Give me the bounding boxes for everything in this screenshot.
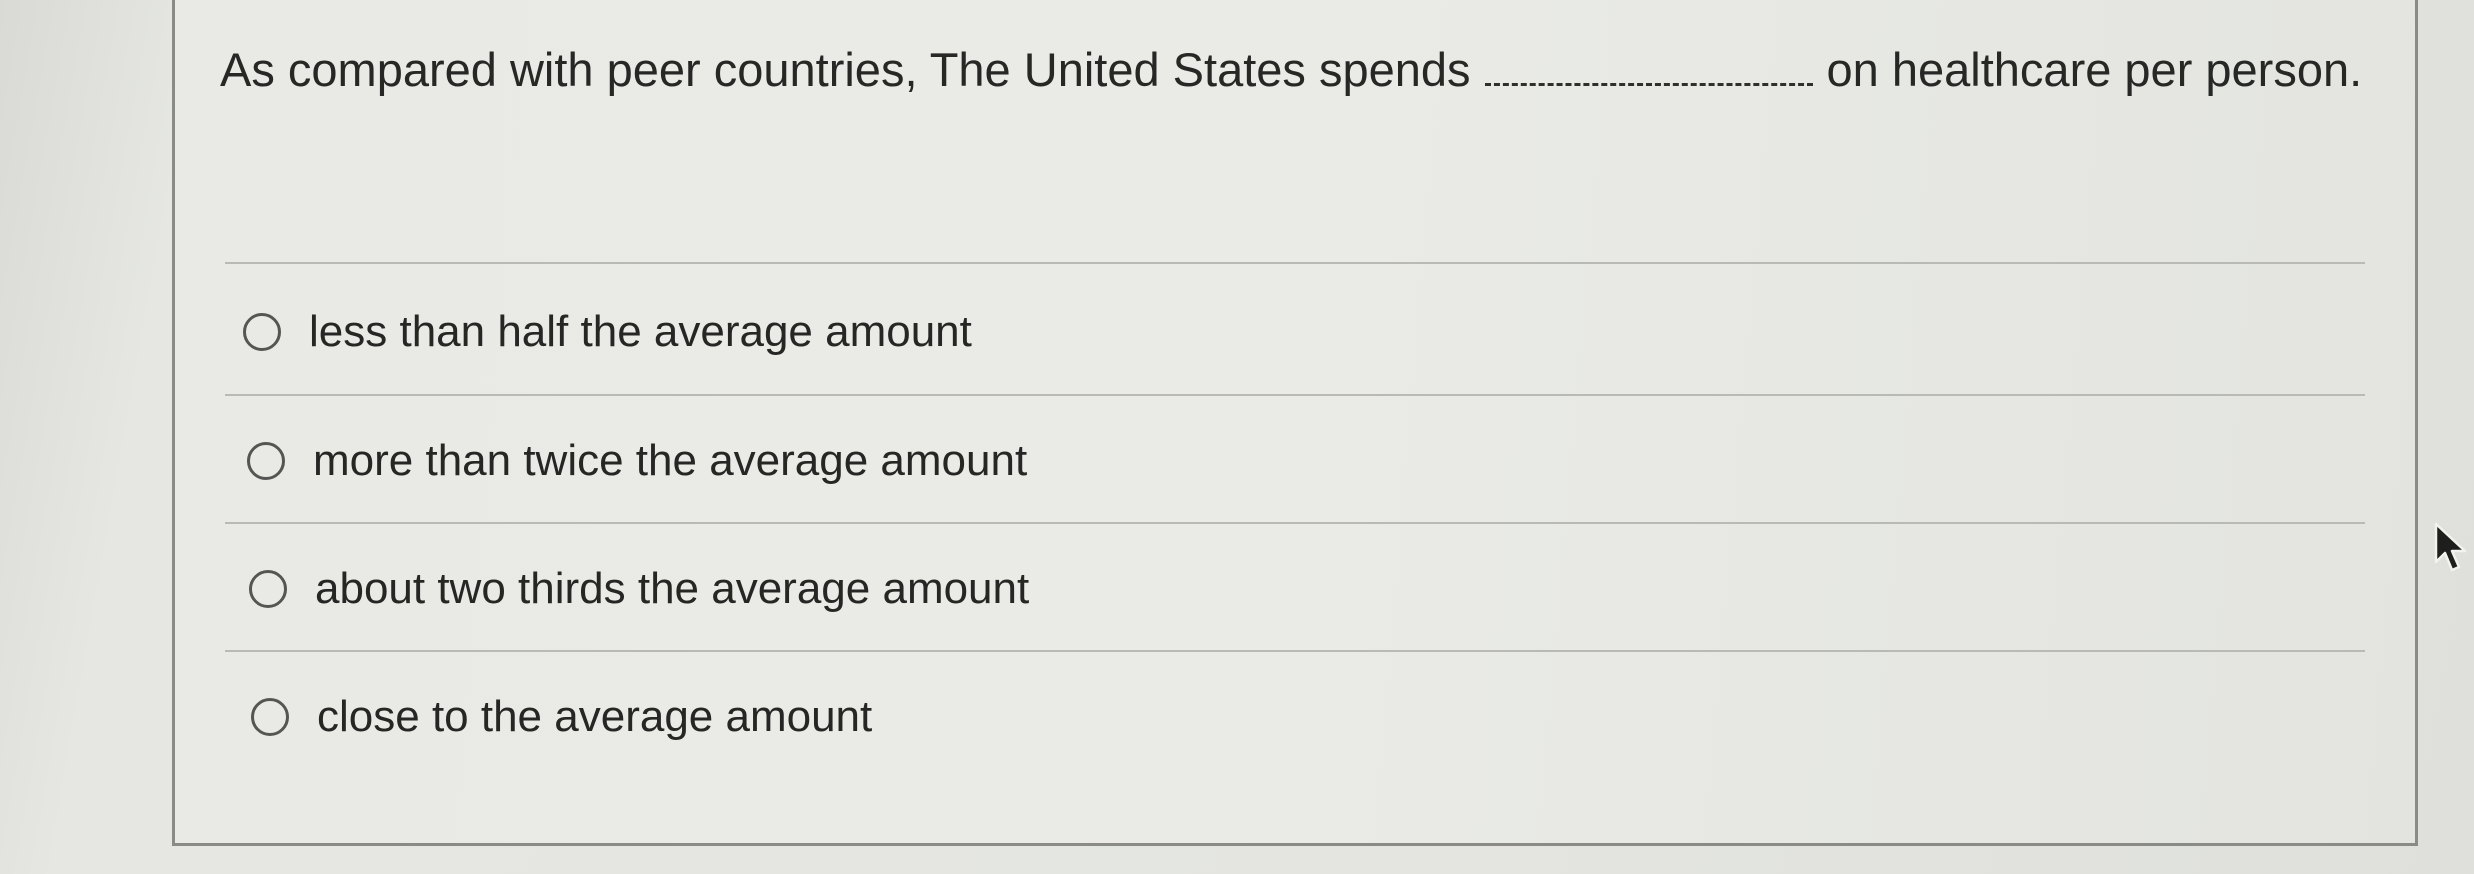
- divider: [225, 262, 2365, 264]
- answer-option-label: less than half the average amount: [309, 307, 972, 356]
- mouse-pointer-icon: [2434, 522, 2467, 572]
- question-text: As compared with peer countries, The Uni…: [220, 29, 2370, 111]
- answer-option-4[interactable]: close to the average amount: [251, 677, 872, 757]
- question-text-before: As compared with peer countries, The Uni…: [220, 43, 1471, 96]
- answer-option-2[interactable]: more than twice the average amount: [247, 421, 1027, 501]
- answer-option-label: close to the average amount: [317, 692, 873, 741]
- answer-option-3[interactable]: about two thirds the average amount: [249, 549, 1029, 629]
- radio-button[interactable]: [251, 698, 289, 736]
- answer-blank: [1484, 53, 1813, 86]
- question-card: As compared with peer countries, The Uni…: [172, 0, 2418, 846]
- radio-button[interactable]: [243, 313, 281, 351]
- radio-button[interactable]: [249, 570, 287, 608]
- answer-option-1[interactable]: less than half the average amount: [243, 292, 972, 372]
- answer-option-label: about two thirds the average amount: [315, 564, 1030, 613]
- radio-button[interactable]: [247, 442, 285, 480]
- divider: [225, 650, 2365, 652]
- answer-option-label: more than twice the average amount: [313, 436, 1028, 485]
- divider: [225, 394, 2365, 396]
- question-text-after: on healthcare per person.: [1826, 43, 2363, 96]
- divider: [225, 522, 2365, 524]
